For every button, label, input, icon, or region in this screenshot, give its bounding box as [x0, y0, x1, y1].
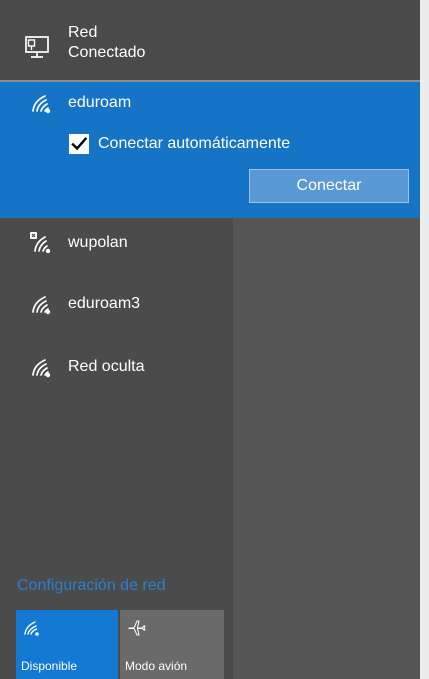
network-item-eduroam[interactable]: eduroam	[0, 83, 233, 123]
wifi-signal-icon	[29, 355, 53, 379]
wifi-icon	[23, 618, 43, 638]
connection-status: Conectado	[68, 44, 146, 61]
auto-connect-checkbox[interactable]	[69, 134, 89, 154]
monitor-network-icon	[23, 32, 53, 62]
network-item-red-oculta[interactable]: Red oculta	[0, 347, 233, 387]
wifi-toggle-tile[interactable]: Disponible	[16, 610, 118, 679]
connect-button[interactable]: Conectar	[249, 169, 409, 203]
network-name: eduroam	[68, 94, 132, 111]
wifi-signal-icon	[29, 292, 53, 316]
window-edge	[420, 0, 429, 679]
airplane-icon	[127, 618, 147, 638]
airplane-tile-label: Modo avión	[125, 659, 188, 673]
network-name: wupolan	[68, 234, 128, 251]
network-settings-link[interactable]: Configuración de red	[17, 576, 166, 596]
network-name: eduroam3	[68, 295, 141, 312]
wifi-tile-label: Disponible	[21, 659, 78, 673]
network-name: Red oculta	[68, 358, 145, 375]
wifi-signal-icon	[29, 91, 53, 115]
network-flyout: Red Conectado eduroam Conectar automátic…	[0, 0, 429, 679]
network-status-text: Red Conectado	[68, 23, 145, 63]
network-status-header[interactable]: Red Conectado	[0, 0, 420, 80]
airplane-mode-tile[interactable]: Modo avión	[120, 610, 224, 679]
wifi-secured-icon	[29, 231, 53, 255]
network-item-eduroam3[interactable]: eduroam3	[0, 284, 233, 324]
network-item-wupolan[interactable]: wupolan	[0, 223, 233, 263]
network-title: Red	[68, 24, 98, 41]
auto-connect-label: Conectar automáticamente	[98, 135, 291, 152]
